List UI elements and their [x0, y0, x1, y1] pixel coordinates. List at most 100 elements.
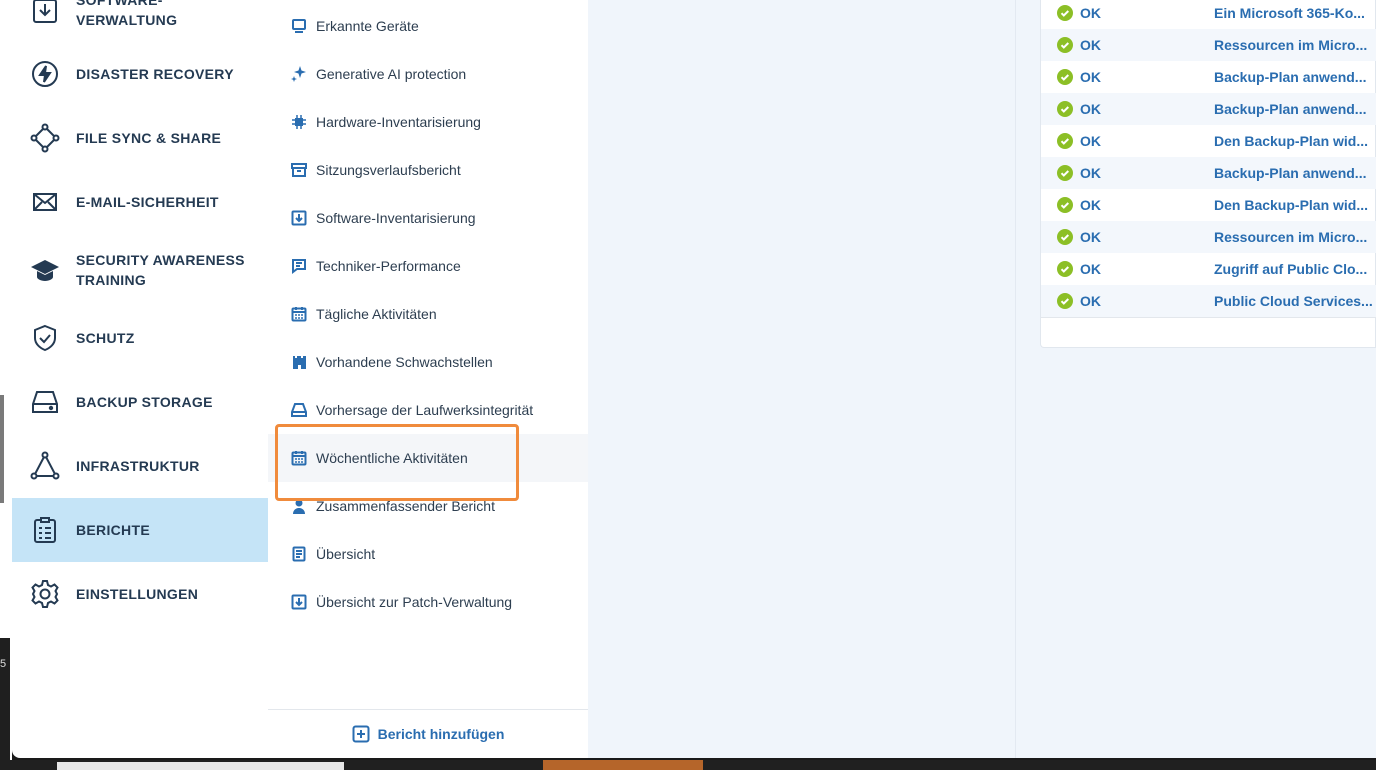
- report-item-uebersicht[interactable]: Übersicht: [268, 530, 588, 578]
- status-text: OK: [1080, 101, 1101, 117]
- report-label: Tägliche Aktivitäten: [316, 306, 437, 322]
- table-row[interactable]: OK Backup-Plan anwend...: [1041, 93, 1376, 125]
- status-text: OK: [1080, 37, 1101, 53]
- report-item-patch-verwaltung[interactable]: Übersicht zur Patch-Verwaltung: [268, 578, 588, 626]
- check-circle-icon: [1057, 69, 1073, 85]
- activity-link[interactable]: Backup-Plan anwend...: [1214, 165, 1374, 181]
- activity-link[interactable]: Backup-Plan anwend...: [1214, 101, 1374, 117]
- content-background: [588, 0, 1015, 758]
- table-row[interactable]: OK Backup-Plan anwend...: [1041, 61, 1376, 93]
- report-label: Sitzungsverlaufsbericht: [316, 162, 461, 178]
- taskbar-item[interactable]: [57, 762, 344, 770]
- download-square-icon: [290, 209, 308, 227]
- report-item-sitzungsverlauf[interactable]: Sitzungsverlaufsbericht: [268, 146, 588, 194]
- report-list: Erkannte Geräte Generative AI protection…: [268, 0, 588, 758]
- nav-item-email-sicherheit[interactable]: E-MAIL-SICHERHEIT: [12, 170, 268, 234]
- nav-item-file-sync-share[interactable]: FILE SYNC & SHARE: [12, 106, 268, 170]
- report-item-erkannte-geraete[interactable]: Erkannte Geräte: [268, 2, 588, 50]
- status-text: OK: [1080, 197, 1101, 213]
- envelope-icon: [30, 187, 60, 217]
- report-label: Software-Inventarisierung: [316, 210, 476, 226]
- nav-item-backup-storage[interactable]: BACKUP STORAGE: [12, 370, 268, 434]
- nav-item-security-awareness[interactable]: SECURITY AWARENESS TRAINING: [12, 234, 268, 306]
- report-label: Übersicht zur Patch-Verwaltung: [316, 594, 513, 610]
- activity-link[interactable]: Ein Microsoft 365-Ko...: [1214, 5, 1374, 21]
- report-label: Übersicht: [316, 546, 376, 562]
- report-item-woechentliche-aktivitaeten[interactable]: Wöchentliche Aktivitäten: [268, 434, 588, 482]
- table-row[interactable]: OK Ressourcen im Micro...: [1041, 221, 1376, 253]
- report-item-hardware-inventar[interactable]: Hardware-Inventarisierung: [268, 98, 588, 146]
- shield-icon: [30, 323, 60, 353]
- disk-icon: [290, 401, 308, 419]
- check-circle-icon: [1057, 37, 1073, 53]
- scroll-indicator: [0, 395, 4, 503]
- nav-item-schutz[interactable]: SCHUTZ: [12, 306, 268, 370]
- report-item-schwachstellen[interactable]: Vorhandene Schwachstellen: [268, 338, 588, 386]
- activity-link[interactable]: Zugriff auf Public Clo...: [1214, 261, 1374, 277]
- add-report-button[interactable]: Bericht hinzufügen: [268, 709, 588, 758]
- check-circle-icon: [1057, 261, 1073, 277]
- status-text: OK: [1080, 261, 1101, 277]
- report-label: Zusammenfassender Bericht: [316, 498, 495, 514]
- nav-label: EINSTELLUNGEN: [76, 586, 199, 602]
- check-circle-icon: [1057, 133, 1073, 149]
- activity-link[interactable]: Ressourcen im Micro...: [1214, 37, 1374, 53]
- gear-icon: [30, 579, 60, 609]
- report-label: Hardware-Inventarisierung: [316, 114, 481, 130]
- table-row[interactable]: OK Public Cloud Services...: [1041, 285, 1376, 317]
- activity-link[interactable]: Public Cloud Services...: [1214, 293, 1374, 309]
- triangle-nodes-icon: [30, 451, 60, 481]
- document-icon: [290, 545, 308, 563]
- monitor-icon: [290, 17, 308, 35]
- report-item-zusammenfassender-bericht[interactable]: Zusammenfassender Bericht: [268, 482, 588, 530]
- status-text: OK: [1080, 229, 1101, 245]
- report-item-generative-ai[interactable]: Generative AI protection: [268, 50, 588, 98]
- report-label: Vorhandene Schwachstellen: [316, 354, 493, 370]
- nav-label: SCHUTZ: [76, 330, 135, 346]
- activity-link[interactable]: Ressourcen im Micro...: [1214, 229, 1374, 245]
- sync-share-icon: [30, 123, 60, 153]
- window-edge: 5: [0, 0, 12, 770]
- download-box-icon: [30, 0, 60, 26]
- table-row[interactable]: OK Ressourcen im Micro...: [1041, 29, 1376, 61]
- table-row[interactable]: OK Backup-Plan anwend...: [1041, 157, 1376, 189]
- table-row[interactable]: OK Zugriff auf Public Clo...: [1041, 253, 1376, 285]
- table-row[interactable]: OK Den Backup-Plan wid...: [1041, 189, 1376, 221]
- report-label: Vorhersage der Laufwerksintegrität: [316, 402, 534, 418]
- check-circle-icon: [1057, 5, 1073, 21]
- nav-label: DISASTER RECOVERY: [76, 66, 234, 82]
- table-row[interactable]: OK Den Backup-Plan wid...: [1041, 125, 1376, 157]
- activity-link[interactable]: Backup-Plan anwend...: [1214, 69, 1374, 85]
- nav-item-disaster-recovery[interactable]: DISASTER RECOVERY: [12, 42, 268, 106]
- nav-label: BACKUP STORAGE: [76, 394, 213, 410]
- nav-item-infrastruktur[interactable]: INFRASTRUKTUR: [12, 434, 268, 498]
- nav-item-berichte[interactable]: BERICHTE: [12, 498, 268, 562]
- check-circle-icon: [1057, 165, 1073, 181]
- taskbar-item-active[interactable]: [543, 760, 703, 770]
- lightning-icon: [30, 59, 60, 89]
- archive-icon: [290, 161, 308, 179]
- activity-link[interactable]: Den Backup-Plan wid...: [1214, 133, 1374, 149]
- nav-label: FILE SYNC & SHARE: [76, 130, 222, 146]
- activity-link[interactable]: Den Backup-Plan wid...: [1214, 197, 1374, 213]
- report-item-software-inventar[interactable]: Software-Inventarisierung: [268, 194, 588, 242]
- clipboard-icon: [30, 515, 60, 545]
- status-text: OK: [1080, 165, 1101, 181]
- report-item-laufwerksintegritaet[interactable]: Vorhersage der Laufwerksintegrität: [268, 386, 588, 434]
- calendar-icon: [290, 449, 308, 467]
- report-label: Wöchentliche Aktivitäten: [316, 450, 468, 466]
- report-label: Erkannte Geräte: [316, 18, 419, 34]
- report-item-techniker-performance[interactable]: Techniker-Performance: [268, 242, 588, 290]
- nav-item-einstellungen[interactable]: EINSTELLUNGEN: [12, 562, 268, 626]
- comment-icon: [290, 257, 308, 275]
- castle-icon: [290, 353, 308, 371]
- drive-icon: [30, 387, 60, 417]
- nav-label: E-MAIL-SICHERHEIT: [76, 194, 219, 210]
- navigation-panel: SOFTWARE- VERWALTUNG DISASTER RECOVERY FI…: [12, 0, 588, 758]
- report-label: Techniker-Performance: [316, 258, 461, 274]
- table-row[interactable]: OK Ein Microsoft 365-Ko...: [1041, 0, 1376, 29]
- primary-nav: SOFTWARE- VERWALTUNG DISASTER RECOVERY FI…: [12, 0, 268, 758]
- report-item-taegliche-aktivitaeten[interactable]: Tägliche Aktivitäten: [268, 290, 588, 338]
- check-circle-icon: [1057, 229, 1073, 245]
- nav-label: INFRASTRUKTUR: [76, 458, 200, 474]
